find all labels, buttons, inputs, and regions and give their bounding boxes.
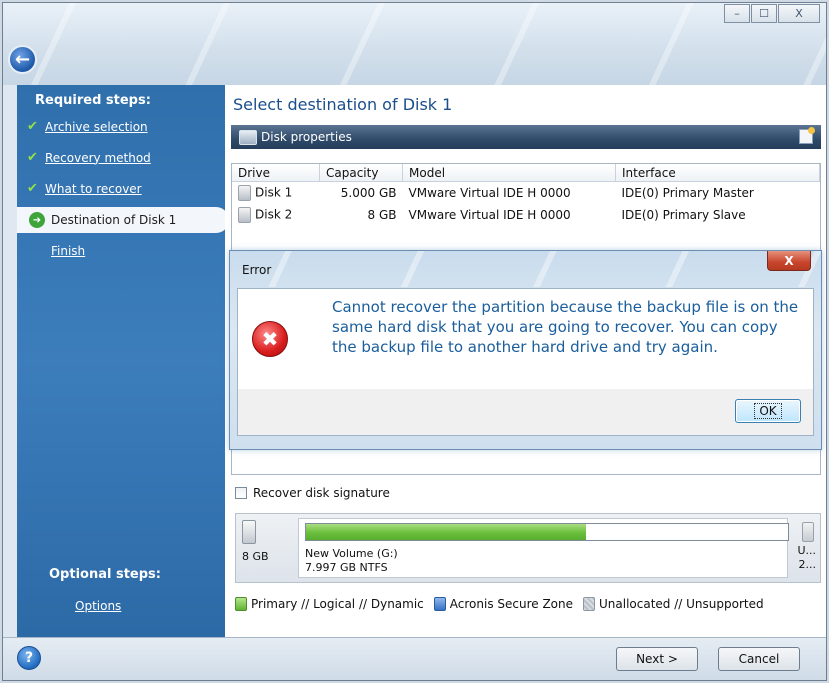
table-row[interactable]: Disk 1 5.000 GB VMware Virtual IDE H 000…: [232, 182, 820, 205]
sidebar-item-label[interactable]: Archive selection: [45, 120, 148, 134]
volume-name: New Volume (G:): [305, 547, 398, 560]
acronis-swatch-icon: [433, 597, 446, 611]
sidebar-item-destination[interactable]: ➜ Destination of Disk 1: [17, 207, 229, 233]
legend-unallocated: Unallocated // Unsupported: [583, 597, 764, 611]
sidebar-item-archive-selection[interactable]: ✔ Archive selection: [17, 111, 225, 142]
legend-unallocated-label: Unallocated // Unsupported: [599, 597, 764, 611]
sidebar-item-label[interactable]: What to recover: [45, 182, 142, 196]
sidebar-item-label[interactable]: Recovery method: [45, 151, 151, 165]
disk-properties-label: Disk properties: [261, 130, 352, 144]
recover-signature-label: Recover disk signature: [253, 486, 390, 500]
column-capacity[interactable]: Capacity: [319, 164, 403, 182]
footer-bar: ? Next > Cancel: [3, 637, 826, 680]
model-cell: VMware Virtual IDE H 0000: [408, 208, 571, 222]
optional-steps-header: Optional steps:: [49, 567, 161, 582]
title-bar: – ☐ X ←: [3, 3, 826, 85]
legend-primary: Primary // Logical // Dynamic: [235, 597, 424, 611]
unallocated-swatch-icon: [583, 597, 596, 611]
error-message: Cannot recover the partition because the…: [332, 298, 799, 356]
second-partition-label: U...: [797, 544, 816, 557]
recover-signature-row[interactable]: Recover disk signature: [235, 486, 390, 500]
disk-properties-bar[interactable]: Disk properties: [231, 125, 821, 149]
recover-signature-checkbox[interactable]: [235, 487, 247, 499]
ok-button-label: OK: [754, 403, 782, 419]
check-icon: ✔: [27, 150, 38, 165]
capacity-cell: 8 GB: [367, 208, 397, 222]
legend-acronis-label: Acronis Secure Zone: [449, 597, 574, 611]
help-icon[interactable]: ?: [17, 646, 41, 670]
back-arrow-icon[interactable]: ←: [8, 45, 37, 74]
model-cell: VMware Virtual IDE H 0000: [408, 186, 571, 200]
disk-size-label: 8 GB: [242, 550, 269, 563]
next-button[interactable]: Next >: [616, 647, 698, 671]
sidebar-item-label[interactable]: Finish: [51, 244, 85, 258]
second-partition-size: 2...: [798, 558, 817, 571]
drive-cell: Disk 1: [232, 182, 320, 205]
volume-map: 8 GB New Volume (G:) 7.997 GB NTFS U... …: [235, 513, 821, 583]
legend-acronis: Acronis Secure Zone: [433, 597, 574, 611]
table-row[interactable]: Disk 2 8 GB VMware Virtual IDE H 0000 ID…: [232, 204, 820, 226]
options-link[interactable]: Options: [75, 599, 121, 613]
interface-cell: IDE(0) Primary Slave: [621, 208, 746, 222]
required-steps-header: Required steps:: [35, 93, 151, 108]
disk-icon: [239, 129, 257, 145]
disk-icon: [238, 185, 251, 201]
arrow-right-icon: ➜: [29, 212, 45, 228]
dialog-footer: OK: [238, 389, 813, 435]
dialog-close-button[interactable]: X: [767, 251, 811, 271]
primary-swatch-icon: [235, 597, 247, 611]
properties-icon[interactable]: [799, 127, 815, 144]
ok-button[interactable]: OK: [735, 399, 801, 423]
drive-name: Disk 2: [255, 207, 293, 222]
column-interface[interactable]: Interface: [615, 164, 820, 182]
interface-cell: IDE(0) Primary Master: [621, 186, 754, 200]
disk-icon: [802, 522, 814, 542]
disk-icon: [238, 207, 251, 223]
column-drive[interactable]: Drive: [232, 164, 320, 182]
volume-info: 7.997 GB NTFS: [305, 561, 388, 574]
maximize-button[interactable]: ☐: [751, 4, 777, 23]
volume-partition[interactable]: New Volume (G:) 7.997 GB NTFS: [298, 518, 789, 578]
capacity-cell: 5.000 GB: [340, 186, 397, 200]
column-model[interactable]: Model: [402, 164, 616, 182]
error-icon: ✖: [252, 321, 288, 357]
volume-usage-fill: [306, 524, 586, 540]
sidebar-item-finish[interactable]: Finish: [17, 235, 225, 266]
dialog-body: ✖ Cannot recover the partition because t…: [237, 288, 814, 436]
close-window-button[interactable]: X: [778, 4, 820, 23]
page-title: Select destination of Disk 1: [233, 95, 453, 114]
window-controls: – ☐ X: [724, 4, 820, 23]
legend-primary-label: Primary // Logical // Dynamic: [251, 597, 424, 611]
minimize-button[interactable]: –: [724, 4, 750, 23]
volume-usage-bar: [305, 523, 789, 541]
sidebar: Required steps: ✔ Archive selection ✔ Re…: [17, 85, 229, 637]
sidebar-item-recovery-method[interactable]: ✔ Recovery method: [17, 142, 225, 173]
sidebar-item-label: Destination of Disk 1: [51, 213, 177, 227]
sidebar-item-what-to-recover[interactable]: ✔ What to recover: [17, 173, 225, 204]
check-icon: ✔: [27, 181, 38, 196]
drive-name: Disk 1: [255, 185, 293, 200]
drive-cell: Disk 2: [232, 204, 320, 226]
dialog-title: Error: [242, 263, 272, 277]
disk-icon: [242, 520, 256, 544]
error-dialog: Error X ✖ Cannot recover the partition b…: [229, 250, 822, 450]
partition-legend: Primary // Logical // Dynamic Acronis Se…: [235, 597, 774, 611]
table-header-row: Drive Capacity Model Interface: [232, 164, 820, 182]
cancel-button[interactable]: Cancel: [718, 647, 800, 671]
check-icon: ✔: [27, 119, 38, 134]
